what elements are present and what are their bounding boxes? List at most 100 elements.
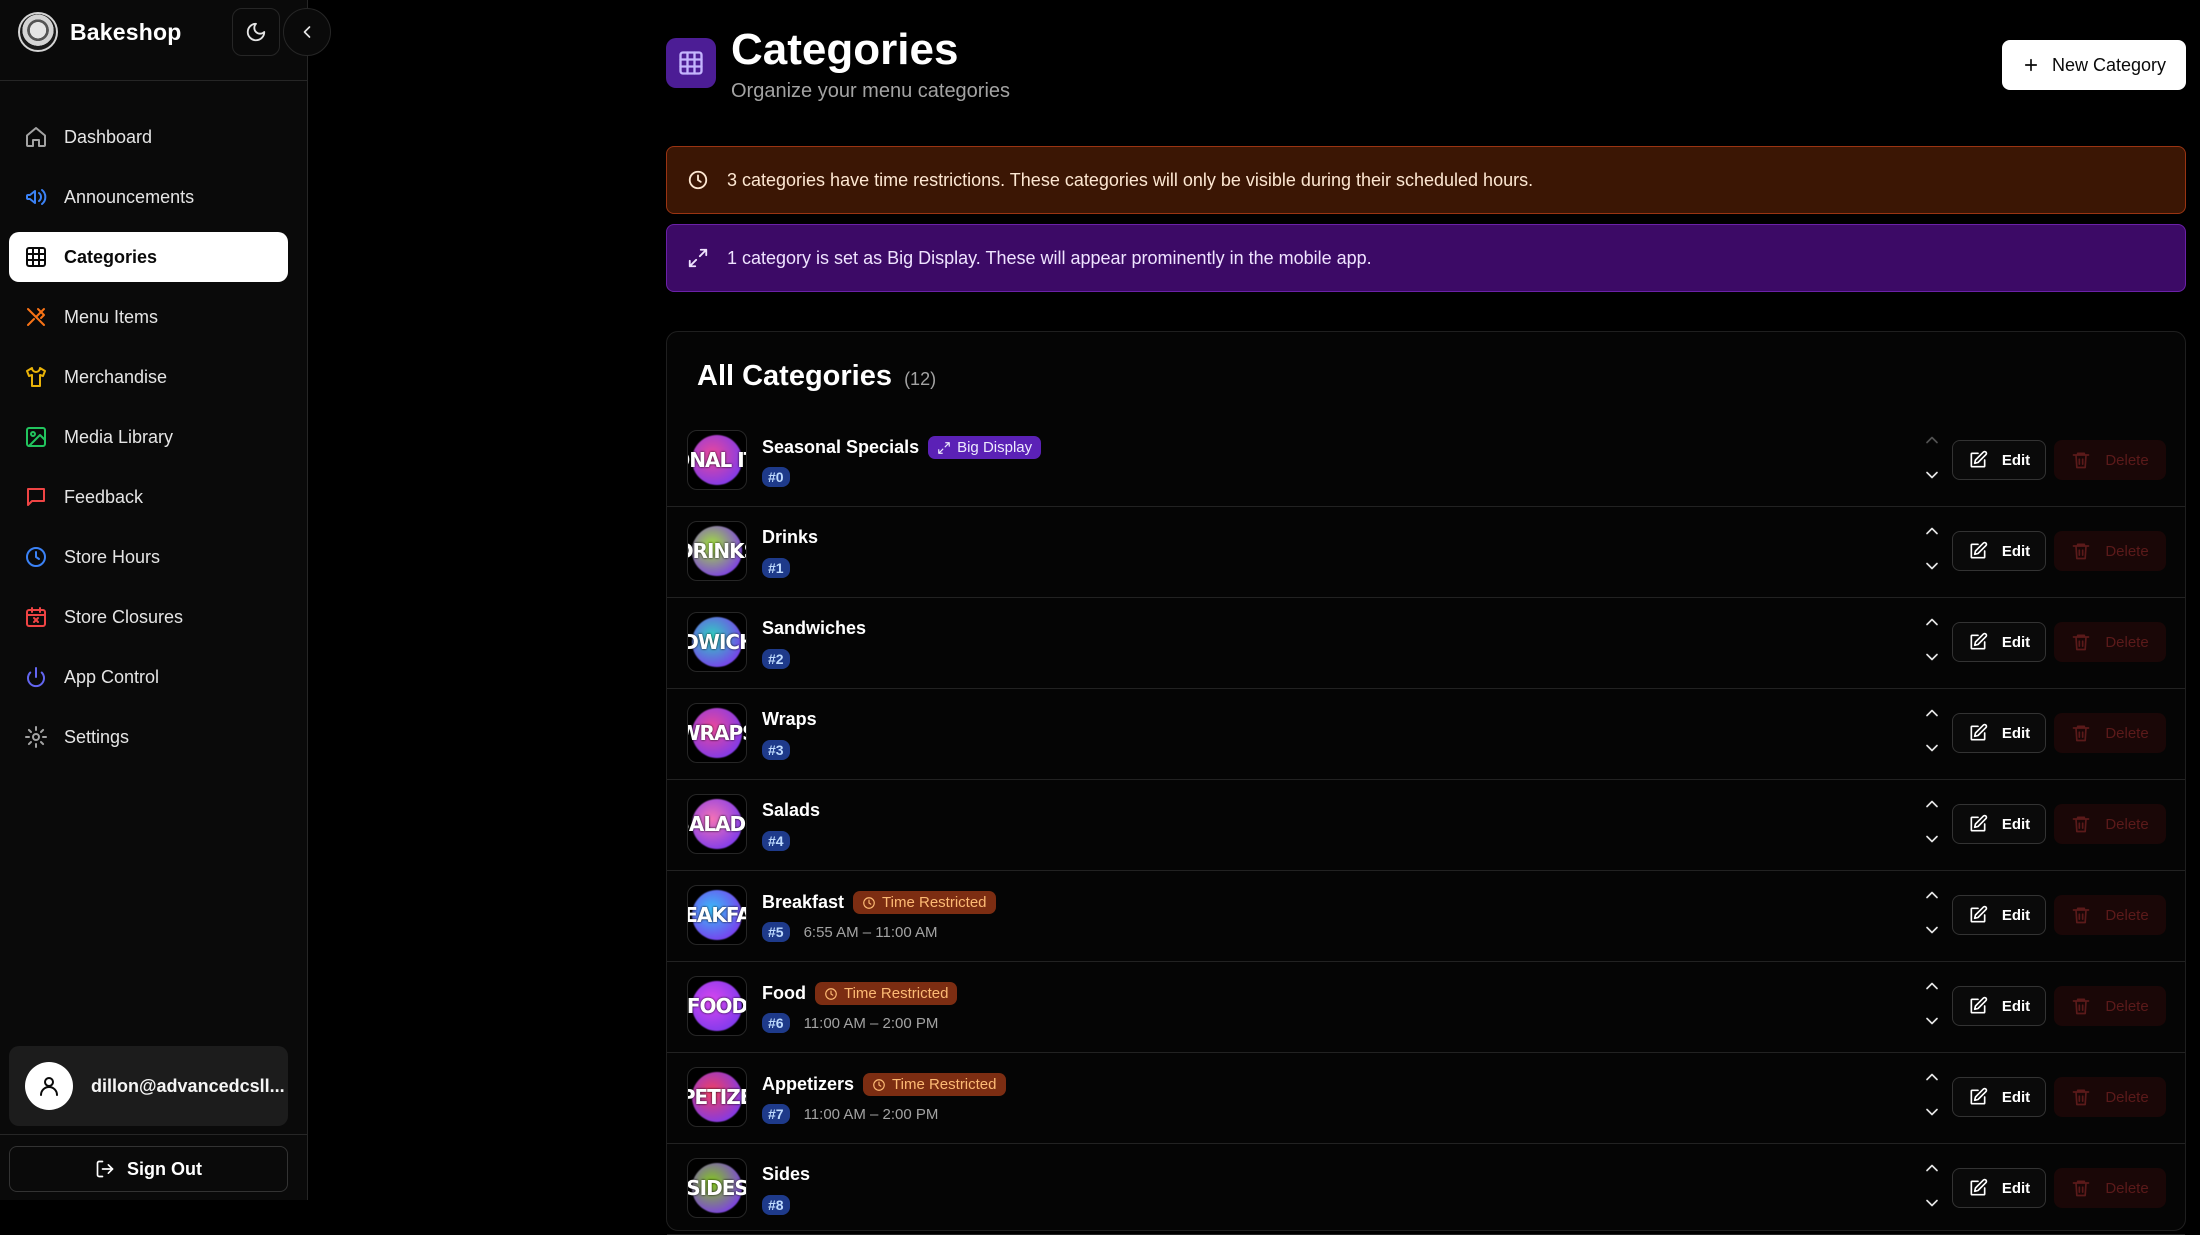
category-name[interactable]: Sides — [762, 1164, 810, 1185]
brand[interactable]: Bakeshop — [18, 12, 182, 52]
move-up-button[interactable] — [1922, 1067, 1942, 1092]
category-thumbnail: SIDES — [687, 1158, 747, 1218]
edit-button[interactable]: Edit — [1952, 1077, 2046, 1117]
edit-button[interactable]: Edit — [1952, 531, 2046, 571]
sidebar-item-categories[interactable]: Categories — [9, 232, 288, 282]
move-up-button[interactable] — [1922, 521, 1942, 546]
categories-card: All Categories (12) EASONAL ITEMS Season… — [666, 331, 2186, 1235]
category-name[interactable]: Drinks — [762, 527, 818, 548]
list-title: All Categories (12) — [697, 360, 936, 393]
category-row: DRINKS Drinks #1 Edit Delete — [667, 507, 2185, 598]
edit-button[interactable]: Edit — [1952, 895, 2046, 935]
sidebar-item-settings[interactable]: Settings — [9, 712, 288, 762]
sidebar-item-store-closures[interactable]: Store Closures — [9, 592, 288, 642]
sidebar-item-store-hours[interactable]: Store Hours — [9, 532, 288, 582]
move-up-button[interactable] — [1922, 794, 1942, 819]
reorder-controls — [1917, 430, 1947, 490]
delete-button[interactable]: Delete — [2054, 440, 2166, 480]
chevron-up-icon — [1926, 891, 1938, 899]
position-badge: #6 — [762, 1013, 790, 1033]
sidebar-item-feedback[interactable]: Feedback — [9, 472, 288, 522]
plus-icon — [2024, 58, 2038, 72]
category-thumbnail: REAKFAS — [687, 885, 747, 945]
category-name[interactable]: Seasonal Specials — [762, 437, 919, 458]
sign-out-button[interactable]: Sign Out — [9, 1146, 288, 1192]
move-down-button[interactable] — [1922, 738, 1942, 763]
gear-icon — [25, 726, 47, 748]
category-row: PPETIZER Appetizers Time Restricted #7 11:… — [667, 1053, 2185, 1144]
edit-button[interactable]: Edit — [1952, 1168, 2046, 1208]
sidebar-item-label: Store Hours — [64, 546, 161, 567]
delete-label: Delete — [2105, 451, 2149, 469]
collapse-sidebar-button[interactable] — [283, 8, 331, 56]
edit-button[interactable]: Edit — [1952, 622, 2046, 662]
category-meta: #6 11:00 AM – 2:00 PM — [762, 1013, 938, 1033]
move-down-button[interactable] — [1922, 1193, 1942, 1218]
move-up-button[interactable] — [1922, 703, 1942, 728]
edit-label: Edit — [2001, 906, 2031, 924]
message-icon — [27, 488, 45, 506]
move-up-button[interactable] — [1922, 885, 1942, 910]
sidebar-item-announcements[interactable]: Announcements — [9, 172, 288, 222]
move-up-button[interactable] — [1922, 612, 1942, 637]
edit-label: Edit — [2001, 1088, 2031, 1106]
trash-icon — [2072, 634, 2090, 651]
edit-icon — [1970, 905, 1988, 923]
edit-label: Edit — [2001, 997, 2031, 1015]
delete-button[interactable]: Delete — [2054, 713, 2166, 753]
trash-icon — [2072, 816, 2090, 833]
move-up-button[interactable] — [1922, 976, 1942, 1001]
move-down-button[interactable] — [1922, 647, 1942, 672]
move-down-button[interactable] — [1922, 1011, 1942, 1036]
edit-button[interactable]: Edit — [1952, 986, 2046, 1026]
clock-icon — [688, 170, 708, 190]
theme-toggle-button[interactable] — [232, 8, 280, 56]
move-down-button[interactable] — [1922, 465, 1942, 490]
move-up-button[interactable] — [1922, 1158, 1942, 1183]
sidebar-item-media-library[interactable]: Media Library — [9, 412, 288, 462]
utensils-icon — [27, 308, 45, 326]
chevron-left-icon — [303, 26, 311, 38]
delete-button[interactable]: Delete — [2054, 804, 2166, 844]
reorder-controls — [1917, 521, 1947, 581]
position-badge: #2 — [762, 649, 790, 669]
sidebar-item-merchandise[interactable]: Merchandise — [9, 352, 288, 402]
expand-icon — [688, 248, 708, 268]
chevron-up-icon — [1926, 527, 1938, 535]
category-row: SIDES Sides #8 Edit Delete — [667, 1144, 2185, 1235]
move-up-button[interactable] — [1922, 430, 1942, 455]
category-row: WRAPS Wraps #3 Edit Delete — [667, 689, 2185, 780]
edit-button[interactable]: Edit — [1952, 440, 2046, 480]
sidebar-item-menu-items[interactable]: Menu Items — [9, 292, 288, 342]
delete-label: Delete — [2105, 815, 2149, 833]
category-name[interactable]: Food — [762, 983, 806, 1004]
sidebar-item-app-control[interactable]: App Control — [9, 652, 288, 702]
delete-button[interactable]: Delete — [2054, 622, 2166, 662]
edit-icon — [1970, 723, 1988, 741]
edit-button[interactable]: Edit — [1952, 804, 2046, 844]
move-down-button[interactable] — [1922, 920, 1942, 945]
edit-button[interactable]: Edit — [1952, 713, 2046, 753]
delete-button[interactable]: Delete — [2054, 531, 2166, 571]
move-down-button[interactable] — [1922, 829, 1942, 854]
delete-button[interactable]: Delete — [2054, 986, 2166, 1026]
sidebar-divider-bottom — [0, 1134, 308, 1135]
move-down-button[interactable] — [1922, 556, 1942, 581]
trash-icon — [2072, 1089, 2090, 1106]
trash-icon — [2072, 998, 2090, 1015]
category-name[interactable]: Appetizers — [762, 1074, 854, 1095]
move-down-button[interactable] — [1922, 1102, 1942, 1127]
sidebar-item-dashboard[interactable]: Dashboard — [9, 112, 288, 162]
sidebar-item-label: Categories — [64, 246, 158, 267]
delete-button[interactable]: Delete — [2054, 1077, 2166, 1117]
delete-button[interactable]: Delete — [2054, 895, 2166, 935]
category-name[interactable]: Wraps — [762, 709, 817, 730]
category-name[interactable]: Salads — [762, 800, 820, 821]
category-name-line: Drinks — [762, 527, 818, 548]
user-card[interactable]: dillon@advancedcsll... — [9, 1046, 288, 1126]
delete-button[interactable]: Delete — [2054, 1168, 2166, 1208]
new-category-button[interactable]: New Category — [2002, 40, 2186, 90]
log-out-icon — [96, 1160, 114, 1178]
category-name[interactable]: Sandwiches — [762, 618, 866, 639]
category-name[interactable]: Breakfast — [762, 892, 844, 913]
